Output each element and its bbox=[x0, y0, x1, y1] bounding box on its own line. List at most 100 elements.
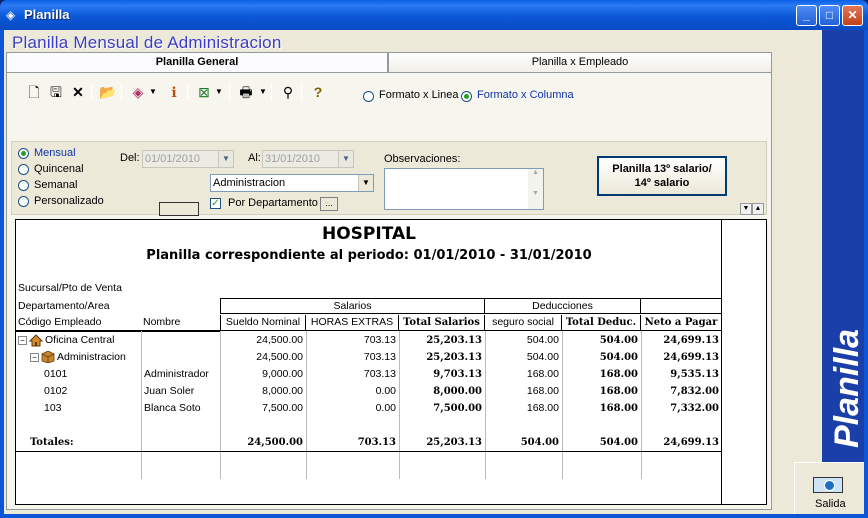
cell-nombre: Blanca Soto bbox=[144, 402, 201, 414]
open-folder-icon[interactable]: 📂 bbox=[99, 83, 117, 101]
excel-dropdown-icon[interactable]: ▼ bbox=[215, 83, 223, 101]
col-header-total-salarios: Total Salarios bbox=[399, 315, 485, 331]
new-document-icon[interactable]: 🗋 bbox=[25, 83, 43, 101]
panel-scroll-arrows[interactable]: ▼ ▲ bbox=[740, 201, 766, 215]
period-personalizado-radio[interactable] bbox=[18, 196, 29, 207]
window-titlebar[interactable]: ◈ Planilla _ □ ✕ bbox=[0, 0, 868, 30]
cell-horas: 0.00 bbox=[375, 385, 396, 397]
period-quincenal-label[interactable]: Quincenal bbox=[34, 163, 84, 175]
period-semanal-label[interactable]: Semanal bbox=[34, 179, 77, 191]
cell-neto: 24,699.13 bbox=[663, 352, 719, 363]
label-sucursal: Sucursal/Pto de Venta bbox=[18, 282, 122, 294]
period-personalizado-label[interactable]: Personalizado bbox=[34, 195, 104, 207]
area-select[interactable]: Administracion ▼ bbox=[210, 174, 374, 192]
btn13-line1: Planilla 13º salario/ bbox=[612, 163, 712, 175]
period-quincenal-radio[interactable] bbox=[18, 164, 29, 175]
cell-total-deduc: 504.00 bbox=[599, 352, 638, 363]
chevron-down-icon[interactable]: ▼ bbox=[358, 175, 373, 191]
cell-seguro: 504.00 bbox=[526, 351, 559, 363]
total-deduc: 504.00 bbox=[599, 437, 638, 448]
toolbar: 🗋 🖫 ✕ 📂 ◈ ▼ ℹ ⊠ ▼ 🖶 ▼ ⚲ ? Formato x Line… bbox=[17, 81, 577, 105]
totals-label: Totales: bbox=[30, 437, 74, 448]
total-salarios: 25,203.13 bbox=[426, 437, 482, 448]
departamento-ellipsis-button[interactable]: ... bbox=[320, 197, 338, 211]
format-linea-radio[interactable] bbox=[363, 91, 374, 102]
print-icon[interactable]: 🖶 bbox=[237, 83, 255, 101]
cell-total-salarios: 8,000.00 bbox=[433, 386, 482, 397]
side-title-text: Planilla bbox=[828, 328, 866, 448]
tree-collapse-icon[interactable]: − bbox=[30, 352, 39, 362]
cell-neto: 7,332.00 bbox=[670, 403, 719, 414]
delete-icon[interactable]: ✕ bbox=[69, 83, 87, 101]
help-icon[interactable]: ? bbox=[309, 83, 327, 101]
binoculars-icon[interactable]: ⚲ bbox=[279, 83, 297, 101]
cell-total-salarios: 9,703.13 bbox=[433, 369, 482, 380]
format-columna-label[interactable]: Formato x Columna bbox=[477, 89, 574, 101]
toolbar-separator bbox=[271, 83, 272, 101]
cell-horas: 0.00 bbox=[375, 402, 396, 414]
close-button[interactable]: ✕ bbox=[842, 5, 863, 26]
side-title: Planilla bbox=[808, 328, 868, 470]
planilla-13-salario-button[interactable]: Planilla 13º salario/ 14º salario bbox=[597, 156, 727, 196]
report-page: HOSPITAL Planilla correspondiente al per… bbox=[16, 220, 722, 504]
table-totals-row: Totales: 24,500.00 703.13 25,203.13 504.… bbox=[16, 434, 722, 451]
total-horas: 703.13 bbox=[357, 437, 396, 448]
table-row[interactable]: 0101 Administrador 9,000.00 703.13 9,703… bbox=[16, 366, 722, 383]
tab-planilla-general[interactable]: Planilla General bbox=[6, 52, 388, 73]
cell-sueldo: 24,500.00 bbox=[256, 334, 303, 346]
cell-sueldo: 9,000.00 bbox=[262, 368, 303, 380]
arrow-up-icon[interactable]: ▲ bbox=[752, 203, 764, 215]
col-header-neto: Neto a Pagar bbox=[641, 315, 722, 331]
save-icon[interactable]: 🖫 bbox=[47, 83, 65, 101]
info-icon[interactable]: ℹ bbox=[165, 83, 183, 101]
eraser-icon[interactable]: ◈ bbox=[129, 83, 147, 101]
arrow-down-icon[interactable]: ▼ bbox=[740, 203, 752, 215]
cell-nombre: Juan Soler bbox=[144, 385, 195, 397]
por-departamento-label[interactable]: Por Departamento bbox=[228, 197, 318, 209]
filter-panel: Mensual Quincenal Semanal Personalizado … bbox=[11, 141, 767, 216]
observaciones-textarea[interactable]: ▲ ▼ bbox=[384, 168, 544, 210]
format-columna-radio[interactable] bbox=[461, 91, 472, 102]
cell-seguro: 168.00 bbox=[526, 368, 559, 380]
col-header-codigo: Código Empleado bbox=[16, 315, 141, 331]
del-date-picker[interactable]: 01/01/2010 ▼ bbox=[142, 150, 234, 168]
del-label: Del: bbox=[120, 152, 140, 164]
group-salarios-header: Salarios bbox=[220, 298, 485, 314]
area-select-value: Administracion bbox=[213, 177, 286, 189]
chevron-down-icon[interactable]: ▼ bbox=[338, 151, 353, 167]
period-semanal-radio[interactable] bbox=[18, 180, 29, 191]
maximize-button[interactable]: □ bbox=[819, 5, 840, 26]
report-viewer[interactable]: HOSPITAL Planilla correspondiente al per… bbox=[15, 219, 767, 505]
cell-seguro: 504.00 bbox=[526, 334, 559, 346]
format-linea-label[interactable]: Formato x Linea bbox=[379, 89, 458, 101]
chevron-down-icon[interactable]: ▼ bbox=[218, 151, 233, 167]
print-dropdown-icon[interactable]: ▼ bbox=[259, 83, 267, 101]
excel-icon[interactable]: ⊠ bbox=[195, 83, 213, 101]
col-header-total-deduc: Total Deduc. bbox=[562, 315, 641, 331]
cell-total-deduc: 168.00 bbox=[599, 403, 638, 414]
cell-seguro: 168.00 bbox=[526, 402, 559, 414]
eraser-dropdown-icon[interactable]: ▼ bbox=[149, 83, 157, 101]
table-row[interactable]: 103 Blanca Soto 7,500.00 0.00 7,500.00 1… bbox=[16, 400, 722, 417]
table-row[interactable]: 0102 Juan Soler 8,000.00 0.00 8,000.00 1… bbox=[16, 383, 722, 400]
exit-icon bbox=[813, 477, 843, 493]
al-label: Al: bbox=[248, 152, 261, 164]
col-header-sueldo: Sueldo Nominal bbox=[220, 315, 306, 331]
cell-horas: 703.13 bbox=[363, 334, 396, 346]
al-date-picker[interactable]: 31/01/2010 ▼ bbox=[262, 150, 354, 168]
table-row-sucursal[interactable]: − Oficina Central 24,500.00 703.13 25,203… bbox=[16, 332, 722, 349]
tab-planilla-empleado[interactable]: Planilla x Empleado bbox=[388, 52, 772, 72]
minimize-button[interactable]: _ bbox=[796, 5, 817, 26]
textarea-scrollbar[interactable]: ▲ ▼ bbox=[528, 169, 543, 209]
por-departamento-checkbox[interactable]: ✓ bbox=[210, 198, 221, 209]
row-code-cell: − Oficina Central bbox=[18, 332, 140, 349]
tree-collapse-icon[interactable]: − bbox=[18, 335, 27, 345]
salida-button[interactable]: Salida bbox=[794, 462, 864, 514]
del-date-value: 01/01/2010 bbox=[145, 153, 201, 165]
period-mensual-radio[interactable] bbox=[18, 148, 29, 159]
col-header-seguro: seguro social bbox=[485, 315, 562, 331]
salida-label: Salida bbox=[815, 498, 846, 510]
table-row-departamento[interactable]: − Administracion 24,500.00 703.13 25,203.… bbox=[16, 349, 722, 366]
period-mensual-label[interactable]: Mensual bbox=[34, 147, 76, 159]
btn13-line2: 14º salario bbox=[634, 177, 690, 189]
